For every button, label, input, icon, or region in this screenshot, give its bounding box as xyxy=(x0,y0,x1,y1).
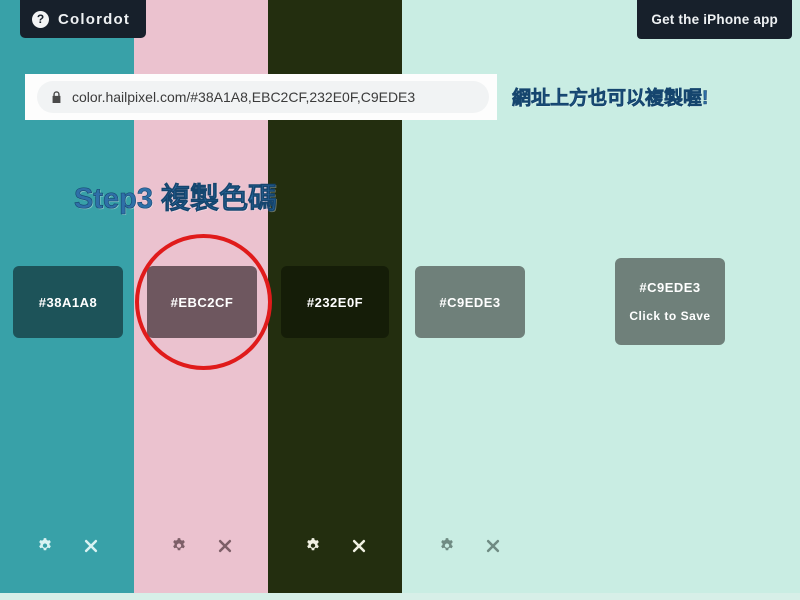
lock-icon xyxy=(51,90,62,104)
colordot-page: #38A1A8 #EBC2CF #232E0F #C9EDE3 #C9EDE3 … xyxy=(0,0,800,600)
swatch-chip-1[interactable]: #38A1A8 xyxy=(13,266,123,338)
column-controls-2 xyxy=(170,537,234,555)
swatch-hex-label-1: #38A1A8 xyxy=(38,294,98,310)
annotation-step-note: Step3 複製色碼 xyxy=(74,183,278,216)
address-bar-url: color.hailpixel.com/#38A1A8,EBC2CF,232E0… xyxy=(72,89,416,105)
annotation-url-note: 網址上方也可以複製喔! xyxy=(512,88,709,110)
question-mark-icon: ? xyxy=(32,10,49,28)
close-x-icon[interactable] xyxy=(82,537,100,555)
address-bar[interactable]: color.hailpixel.com/#38A1A8,EBC2CF,232E0… xyxy=(37,81,489,113)
close-x-icon[interactable] xyxy=(484,537,502,555)
close-x-icon[interactable] xyxy=(216,537,234,555)
swatch-chip-3[interactable]: #232E0F xyxy=(281,266,389,338)
save-chip-action-label: Click to Save xyxy=(629,309,711,323)
get-iphone-app-button[interactable]: Get the iPhone app xyxy=(637,0,792,39)
colordot-logo-button[interactable]: ? Colordot xyxy=(20,0,147,38)
red-highlight-ellipse xyxy=(135,234,272,370)
save-chip-hex-label: #C9EDE3 xyxy=(639,280,701,295)
browser-address-overlay: color.hailpixel.com/#38A1A8,EBC2CF,232E0… xyxy=(25,74,497,120)
gear-icon[interactable] xyxy=(304,537,322,555)
swatch-hex-label-4: #C9EDE3 xyxy=(439,294,501,310)
save-color-chip[interactable]: #C9EDE3 Click to Save xyxy=(615,258,725,345)
column-controls-3 xyxy=(304,537,368,555)
column-controls-1 xyxy=(36,537,100,555)
page-bottom-strip xyxy=(0,593,800,600)
get-iphone-app-label: Get the iPhone app xyxy=(651,12,778,27)
close-x-icon[interactable] xyxy=(350,537,368,555)
column-controls-4 xyxy=(438,537,502,555)
brand-label: Colordot xyxy=(58,10,131,28)
swatch-hex-label-3: #232E0F xyxy=(306,294,364,310)
gear-icon[interactable] xyxy=(170,537,188,555)
gear-icon[interactable] xyxy=(438,537,456,555)
gear-icon[interactable] xyxy=(36,537,54,555)
swatch-chip-4[interactable]: #C9EDE3 xyxy=(415,266,525,338)
